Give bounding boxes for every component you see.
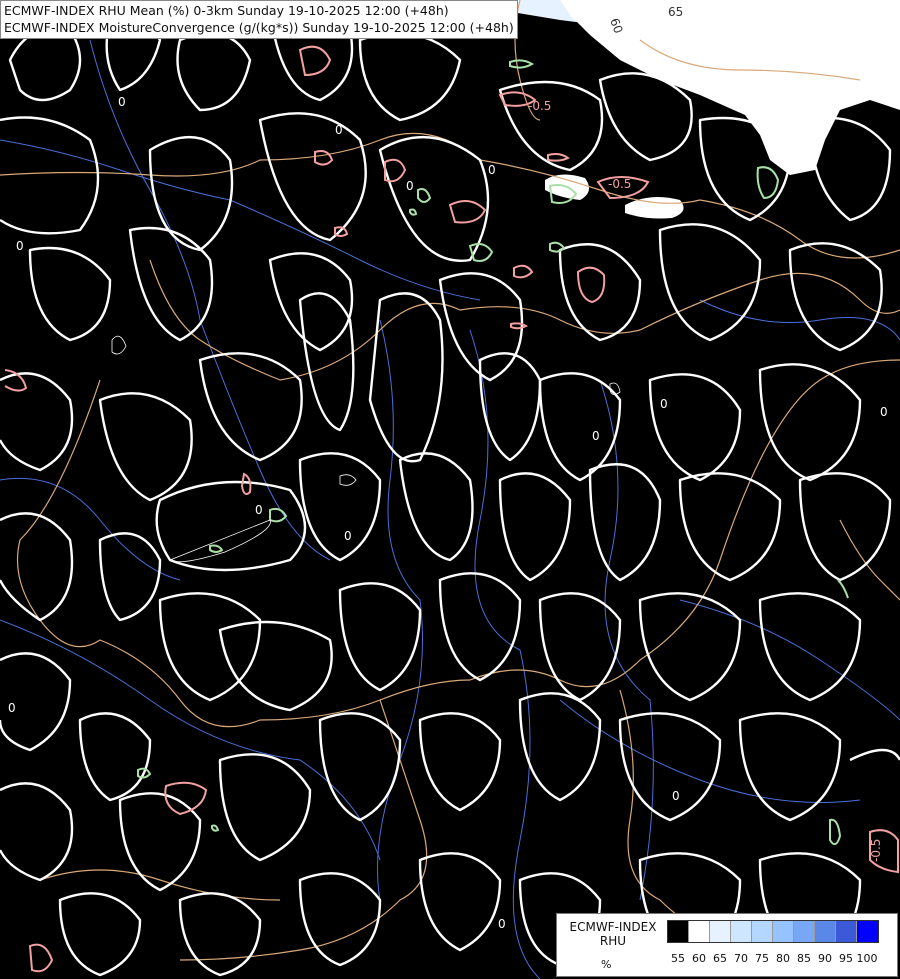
contour-label-neg-2: -0.5	[608, 177, 631, 191]
legend-tick-95: 95	[839, 952, 853, 965]
contour-label-zero-2: 0	[335, 123, 343, 137]
legend-swatch-9	[857, 921, 878, 942]
legend-tick-55: 55	[671, 952, 685, 965]
map-title-rhu: ECMWF-INDEX RHU Mean (%) 0-3km Sunday 19…	[4, 3, 449, 18]
contour-label-65: 65	[668, 5, 683, 19]
legend-swatch-6	[794, 921, 815, 942]
map-title-box: ECMWF-INDEX RHU Mean (%) 0-3km Sunday 19…	[0, 0, 518, 39]
contour-label-zero-12: 0	[672, 789, 680, 803]
legend-swatch-0	[668, 921, 689, 942]
legend-unit: %	[601, 958, 612, 971]
legend-swatch-8	[836, 921, 857, 942]
contour-label-zero-3: 0	[488, 163, 496, 177]
weather-map: 60 65 -0.5 -0.5 -0.5 0 0 0 0 0 0 0 0 0 0…	[0, 0, 900, 979]
legend-swatch-4	[752, 921, 773, 942]
legend-tick-85: 85	[797, 952, 811, 965]
legend-swatch-3	[731, 921, 752, 942]
map-title-moisture-convergence: ECMWF-INDEX MoistureConvergence (g/(kg*s…	[4, 20, 514, 35]
legend-tick-90: 90	[818, 952, 832, 965]
contour-label-neg-1: -0.5	[528, 99, 551, 113]
legend-tick-65: 65	[713, 952, 727, 965]
contour-label-zero-1: 0	[118, 95, 126, 109]
legend-swatch-5	[773, 921, 794, 942]
legend-tick-70: 70	[734, 952, 748, 965]
contour-label-neg-3: -0.5	[869, 839, 883, 862]
legend-tick-75: 75	[755, 952, 769, 965]
contour-label-zero-4: 0	[406, 179, 414, 193]
legend-swatch-7	[815, 921, 836, 942]
contour-label-zero-7: 0	[660, 397, 668, 411]
contour-label-zero-5: 0	[16, 239, 24, 253]
contour-label-zero-11: 0	[8, 701, 16, 715]
legend-tick-60: 60	[692, 952, 706, 965]
contour-label-zero-8: 0	[880, 405, 888, 419]
legend-tick-80: 80	[776, 952, 790, 965]
contour-label-zero-10: 0	[344, 529, 352, 543]
legend-title-source: ECMWF-INDEX	[569, 920, 657, 934]
contour-label-zero-13: 0	[498, 917, 506, 931]
contour-label-zero-9: 0	[255, 503, 263, 517]
contour-label-zero-6: 0	[592, 429, 600, 443]
legend-title: ECMWF-INDEX RHU	[561, 920, 665, 948]
legend-tick-100: 100	[856, 952, 878, 965]
legend-swatch-2	[710, 921, 731, 942]
legend-swatch-1	[689, 921, 710, 942]
legend-color-bar	[667, 920, 879, 943]
legend-title-variable: RHU	[599, 934, 627, 948]
rhu-legend: ECMWF-INDEX RHU % 55 60 65 70 75 80 85 90 95 100	[556, 913, 898, 977]
